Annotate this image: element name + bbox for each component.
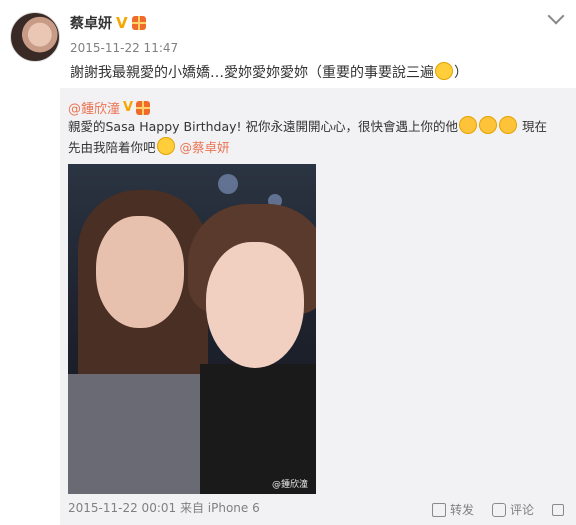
verified-badge-icon: V bbox=[116, 13, 128, 32]
background-light bbox=[218, 174, 238, 194]
post-text: 謝謝我最親愛的小嬌嬌…愛妳愛妳愛妳（重要的事要說三遍 ） bbox=[70, 62, 560, 83]
kiss-emoji-icon bbox=[435, 62, 453, 80]
gift-icon bbox=[136, 100, 151, 115]
post-timestamp[interactable]: 2015-11-22 11:47 bbox=[70, 41, 178, 55]
comment-button[interactable]: 评论 bbox=[491, 501, 534, 518]
repost-photo[interactable]: @鍾欣潼 bbox=[68, 164, 316, 494]
photo-face-left bbox=[96, 216, 184, 328]
kiss-emoji-icon bbox=[479, 116, 498, 134]
share-icon bbox=[431, 502, 446, 517]
verified-badge-icon: V bbox=[123, 100, 134, 115]
repost-text-part1: 親愛的Sasa Happy Birthday! 祝你永遠開開心心，很快會遇上你的… bbox=[68, 119, 459, 134]
repost-actions: 转发 评论 bbox=[431, 501, 568, 518]
chevron-down-icon[interactable] bbox=[547, 7, 565, 25]
grin-emoji-icon bbox=[156, 137, 175, 155]
share-button[interactable]: 转发 bbox=[431, 501, 474, 518]
kiss-emoji-icon bbox=[499, 116, 518, 134]
repost-mention[interactable]: @蔡卓妍 bbox=[180, 140, 230, 155]
author-avatar[interactable] bbox=[10, 12, 60, 62]
photo-face-right bbox=[206, 242, 304, 368]
repost-author: @鍾欣潼 V bbox=[68, 98, 151, 117]
repost-meta[interactable]: 2015-11-22 00:01 来自 iPhone 6 bbox=[68, 499, 260, 516]
photo-dress-left bbox=[68, 374, 208, 494]
repost-card: @鍾欣潼 V 親愛的Sasa Happy Birthday! 祝你永遠開開心心，… bbox=[60, 88, 576, 525]
photo-dress-right bbox=[200, 364, 316, 494]
comment-icon bbox=[491, 502, 506, 517]
like-icon bbox=[552, 503, 564, 516]
comment-label: 评论 bbox=[509, 503, 534, 517]
post-text-end: ） bbox=[454, 65, 468, 81]
gift-icon bbox=[131, 16, 146, 30]
post-author: 蔡卓妍 V bbox=[70, 13, 146, 33]
post-text-body: 謝謝我最親愛的小嬌嬌…愛妳愛妳愛妳（重要的事要說三遍 bbox=[70, 65, 434, 81]
like-button[interactable] bbox=[552, 501, 568, 518]
repost-text: 親愛的Sasa Happy Birthday! 祝你永遠開開心心，很快會遇上你的… bbox=[68, 116, 558, 158]
repost-author-name[interactable]: @鍾欣潼 bbox=[68, 98, 120, 117]
kiss-emoji-icon bbox=[459, 116, 478, 134]
author-name[interactable]: 蔡卓妍 bbox=[70, 13, 112, 33]
share-label: 转发 bbox=[449, 503, 474, 517]
photo-watermark: @鍾欣潼 bbox=[271, 480, 308, 490]
